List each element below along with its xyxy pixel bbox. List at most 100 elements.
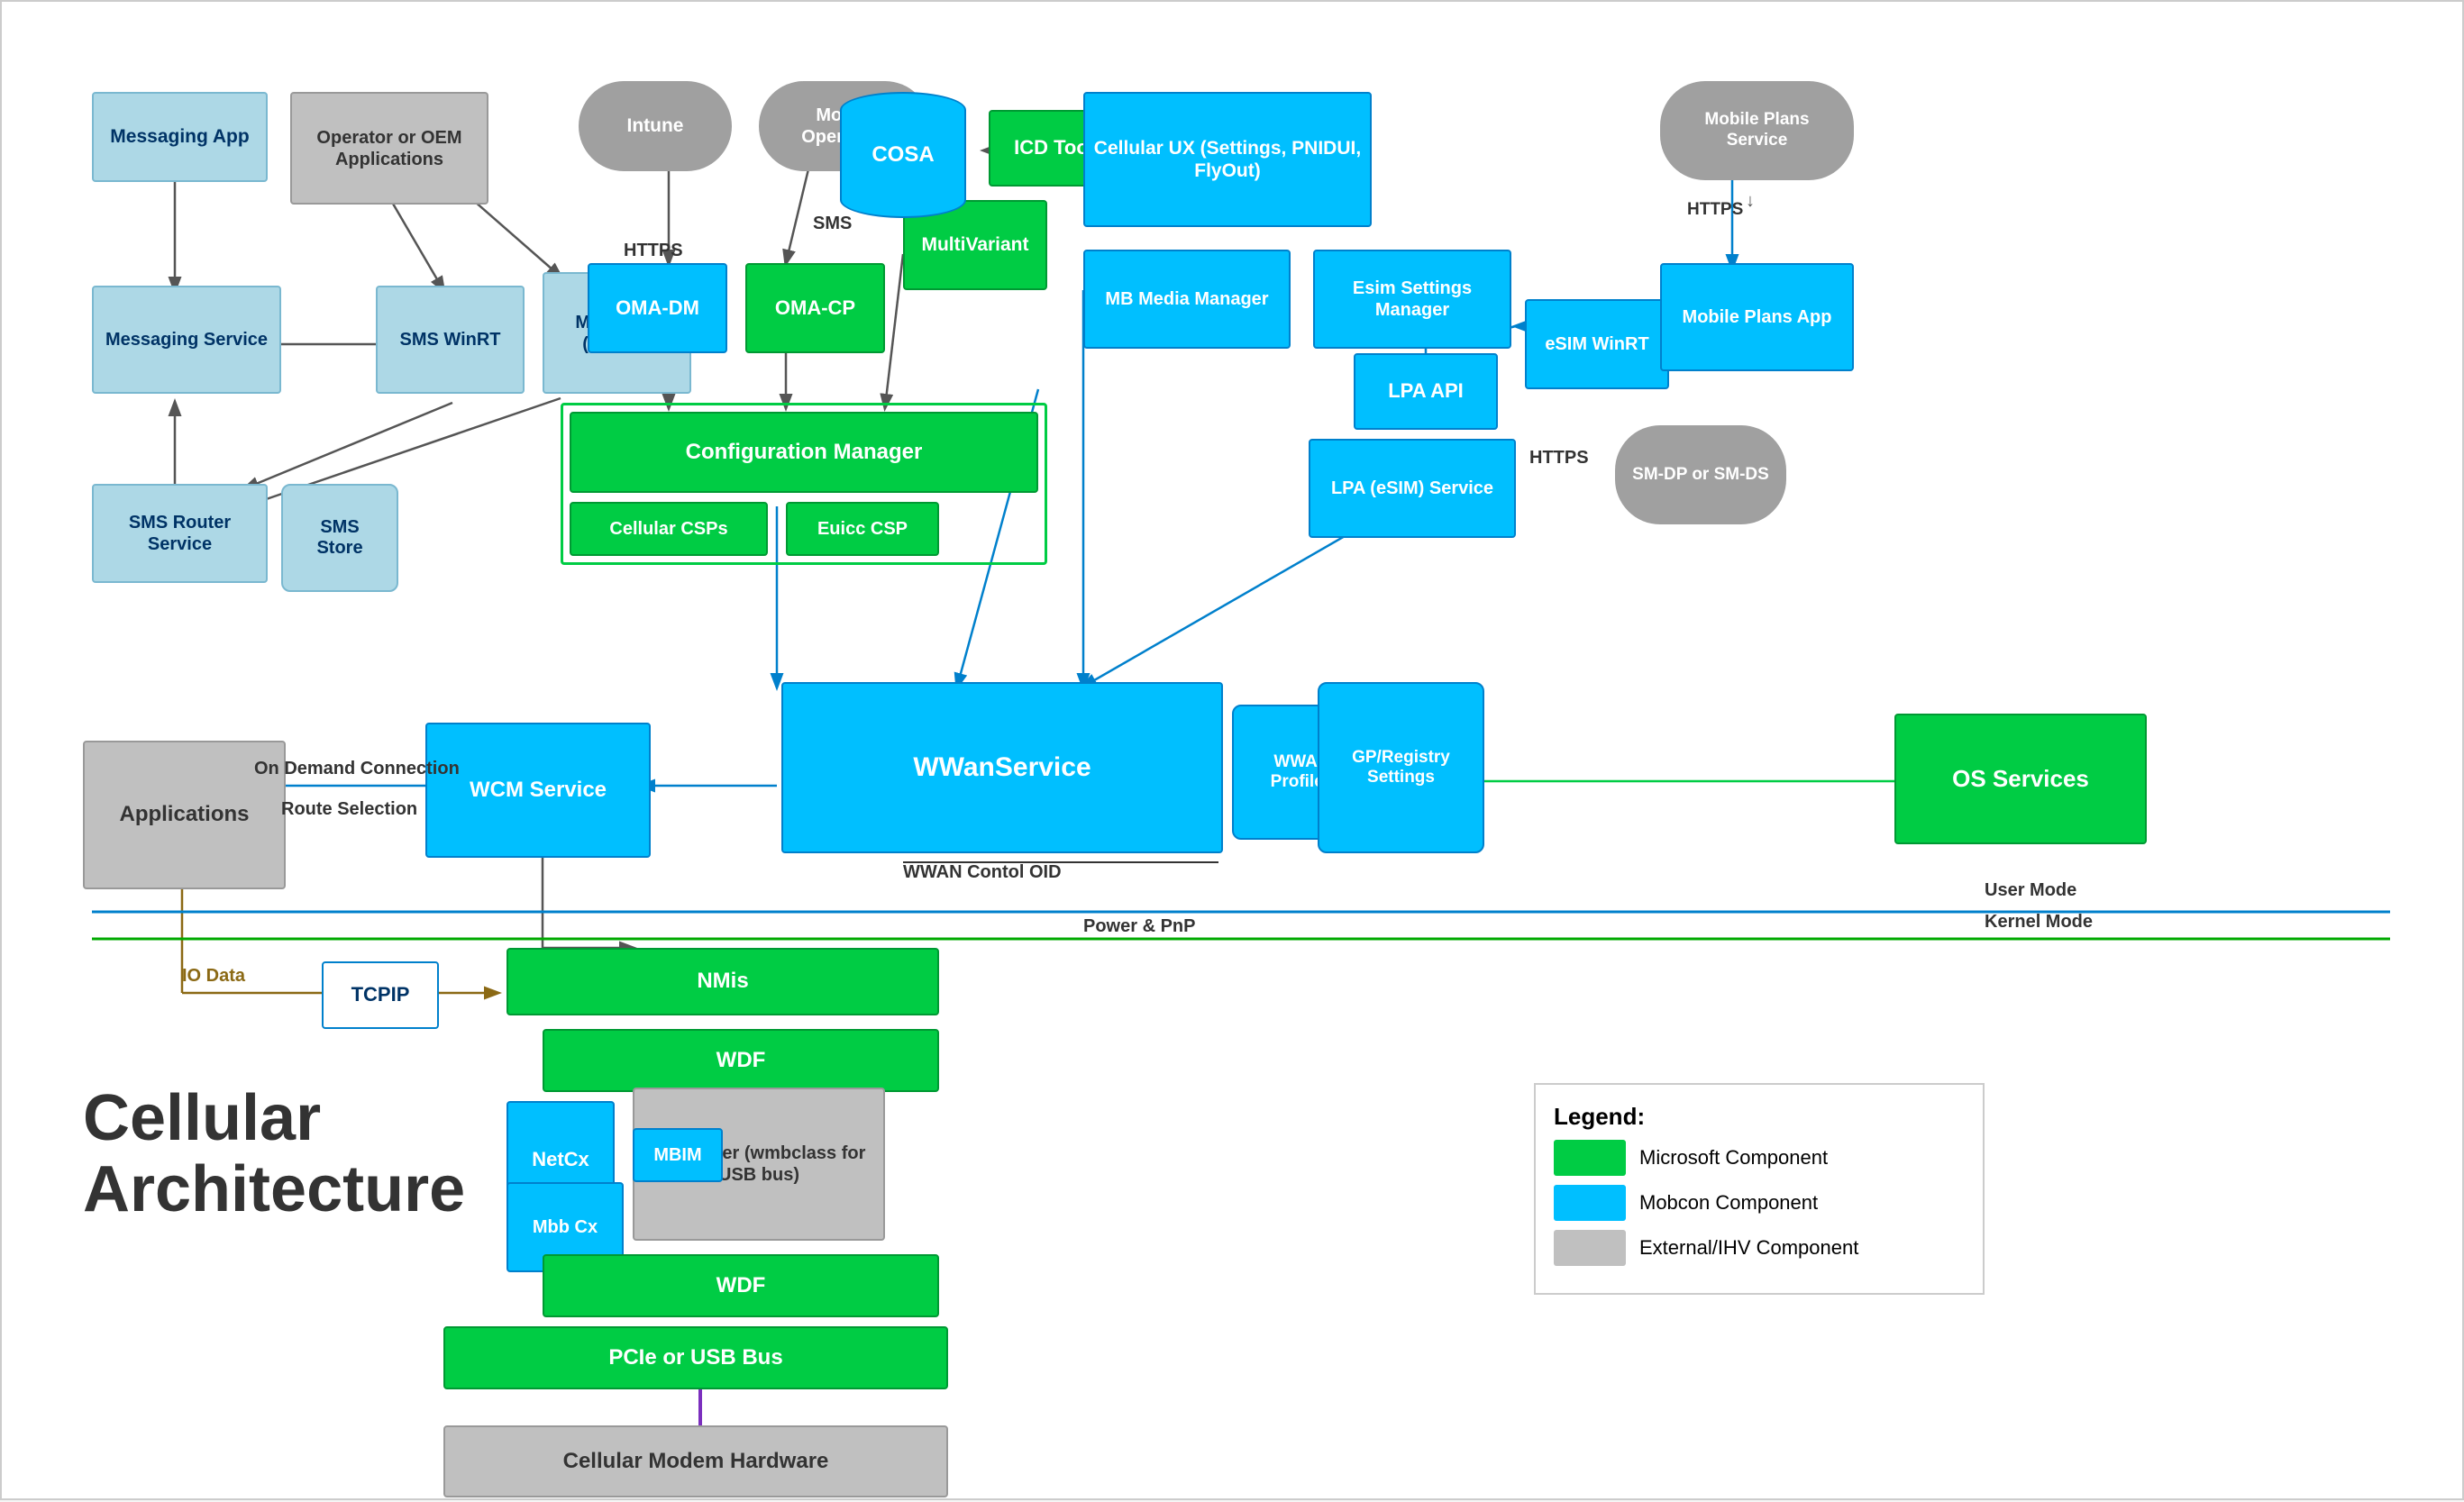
on-demand-text: On Demand Connection	[254, 759, 460, 778]
messaging-app-label: Messaging App	[110, 125, 249, 148]
cosa-cylinder: COSA	[840, 92, 966, 218]
legend-title: Legend:	[1554, 1103, 1965, 1131]
mb-media-label: MB Media Manager	[1105, 288, 1268, 310]
config-manager-label: Configuration Manager	[686, 440, 923, 466]
title-label: CellularArchitecture	[83, 1082, 465, 1225]
wdf2-label: WDF	[716, 1273, 766, 1299]
legend-box-microsoft	[1554, 1140, 1626, 1176]
sm-dp-cloud: SM-DP or SM-DS	[1615, 425, 1786, 524]
tcpip-label: TCPIP	[351, 983, 410, 1006]
legend: Legend: Microsoft Component Mobcon Compo…	[1534, 1083, 1985, 1295]
lpa-api-label: LPA API	[1388, 379, 1464, 403]
https-mobile-plans: HTTPS	[1687, 200, 1743, 220]
legend-title-text: Legend:	[1554, 1103, 1645, 1130]
power-pnp-text: Power & PnP	[1083, 916, 1195, 936]
legend-item-external: External/IHV Component	[1554, 1230, 1965, 1266]
legend-box-external	[1554, 1230, 1626, 1266]
sm-dp-label: SM-DP or SM-DS	[1632, 465, 1769, 486]
mobile-plans-app-label: Mobile Plans App	[1683, 306, 1832, 328]
icd-tool-label: ICD Tool	[1014, 136, 1094, 159]
diagram-container: Messaging App Messaging Service SMS WinR…	[0, 0, 2464, 1500]
esim-settings-label: Esim Settings Manager	[1320, 278, 1504, 321]
mb-media-box: MB Media Manager	[1083, 250, 1291, 349]
pcie-usb-box: PCIe or USB Bus	[443, 1326, 948, 1389]
oma-cp-label: OMA-CP	[775, 296, 855, 320]
messaging-service-label: Messaging Service	[105, 329, 268, 350]
main-title: CellularArchitecture	[83, 1083, 465, 1225]
kernel-mode-text: Kernel Mode	[1985, 912, 2093, 932]
https-label2: HTTPS	[1529, 448, 1589, 469]
kernel-mode-label: Kernel Mode	[1985, 912, 2093, 933]
cosa-label: COSA	[872, 142, 934, 168]
legend-label-mobcon: Mobcon Component	[1639, 1191, 1818, 1215]
sms-store-cylinder: SMS Store	[281, 484, 398, 592]
wcm-service-label: WCM Service	[470, 778, 607, 804]
user-mode-label: User Mode	[1985, 880, 2076, 901]
oma-dm-box: OMA-DM	[588, 263, 727, 353]
oma-dm-label: OMA-DM	[616, 296, 699, 320]
legend-box-mobcon	[1554, 1185, 1626, 1221]
os-services-box: OS Services	[1894, 714, 2147, 844]
https-label1: HTTPS	[624, 241, 683, 261]
oma-cp-box: OMA-CP	[745, 263, 885, 353]
mobile-plans-service-cloud: Mobile Plans Service	[1660, 81, 1854, 180]
user-mode-text: User Mode	[1985, 880, 2076, 900]
mobile-plans-service-label: Mobile Plans Service	[1674, 110, 1840, 151]
intune-label: Intune	[627, 114, 684, 137]
legend-item-mobcon: Mobcon Component	[1554, 1185, 1965, 1221]
esim-winrt-label: eSIM WinRT	[1545, 333, 1648, 355]
sms-winrt-label: SMS WinRT	[399, 329, 500, 350]
mbim-box: MBIM	[633, 1128, 723, 1182]
wdf1-box: WDF	[543, 1029, 939, 1092]
wdf1-label: WDF	[716, 1048, 766, 1074]
route-selection-label: Route Selection	[281, 799, 417, 820]
messaging-app-box: Messaging App	[92, 92, 268, 182]
operator-oem-box: Operator or OEM Applications	[290, 92, 488, 205]
lpa-esim-box: LPA (eSIM) Service	[1309, 439, 1516, 538]
legend-item-microsoft: Microsoft Component	[1554, 1140, 1965, 1176]
wwan-service-box: WWanService	[781, 682, 1223, 853]
mbb-cx-label: Mbb Cx	[533, 1216, 598, 1238]
cellular-csps-label: Cellular CSPs	[609, 518, 727, 540]
wdf2-box: WDF	[543, 1254, 939, 1317]
wcm-service-box: WCM Service	[425, 723, 651, 858]
config-manager-box: Configuration Manager	[570, 412, 1038, 493]
gp-registry-label: GP/Registry Settings	[1333, 748, 1469, 787]
cellular-ux-label: Cellular UX (Settings, PNIDUI, FlyOut)	[1091, 137, 1364, 182]
sms-router-label: SMS Router Service	[99, 512, 260, 555]
euicc-csp-label: Euicc CSP	[817, 518, 908, 540]
on-demand-label: On Demand Connection	[254, 759, 460, 779]
mobile-plans-app-box: Mobile Plans App	[1660, 263, 1854, 371]
messaging-service-box: Messaging Service	[92, 286, 281, 394]
cellular-modem-label: Cellular Modem Hardware	[563, 1449, 829, 1475]
io-data-text: IO Data	[182, 966, 245, 986]
lpa-api-box: LPA API	[1354, 353, 1498, 430]
wwan-service-label: WWanService	[913, 751, 1091, 784]
mbim-label: MBIM	[653, 1144, 701, 1166]
wwan-control-text: WWAN Contol OID	[903, 862, 1062, 882]
lpa-esim-label: LPA (eSIM) Service	[1331, 478, 1493, 499]
tcpip-box: TCPIP	[322, 961, 439, 1029]
multivariant-label: MultiVariant	[921, 233, 1028, 256]
wwan-control-label: WWAN Contol OID	[903, 862, 1062, 883]
io-data-label: IO Data	[182, 966, 245, 987]
legend-label-microsoft: Microsoft Component	[1639, 1146, 1828, 1170]
sms-winrt-box: SMS WinRT	[376, 286, 525, 394]
sms-router-box: SMS Router Service	[92, 484, 268, 583]
https-text2: HTTPS	[1529, 448, 1589, 468]
power-pnp-label: Power & PnP	[1083, 916, 1195, 937]
pcie-usb-label: PCIe or USB Bus	[608, 1345, 782, 1371]
cellular-csps-box: Cellular CSPs	[570, 502, 768, 556]
cellular-modem-box: Cellular Modem Hardware	[443, 1425, 948, 1497]
applications-label: Applications	[119, 802, 249, 828]
https-text1: HTTPS	[624, 241, 683, 260]
route-selection-text: Route Selection	[281, 799, 417, 819]
intune-cloud: Intune	[579, 81, 732, 171]
operator-oem-label: Operator or OEM Applications	[297, 127, 481, 170]
gp-registry-cylinder: GP/Registry Settings	[1318, 682, 1484, 853]
os-services-label: OS Services	[1952, 765, 2089, 793]
legend-label-external: External/IHV Component	[1639, 1236, 1858, 1260]
nmis-label: NMis	[697, 969, 748, 995]
netcx-label: NetCx	[532, 1148, 589, 1171]
cellular-ux-box: Cellular UX (Settings, PNIDUI, FlyOut)	[1083, 92, 1372, 227]
